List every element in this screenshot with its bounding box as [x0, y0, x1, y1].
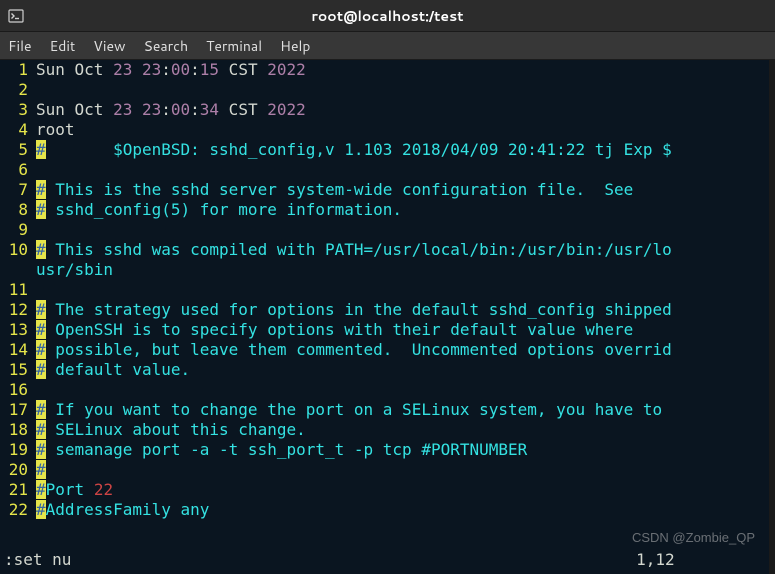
line-number: 13 [0, 320, 32, 340]
line-content[interactable]: # [32, 460, 46, 480]
editor-line[interactable]: 18# SELinux about this change. [0, 420, 775, 440]
line-content[interactable]: # This is the sshd server system-wide co… [32, 180, 633, 200]
line-content[interactable] [32, 220, 36, 240]
editor-line[interactable]: 19# semanage port -a -t ssh_port_t -p tc… [0, 440, 775, 460]
editor-line[interactable]: 12# The strategy used for options in the… [0, 300, 775, 320]
editor-line[interactable]: 7# This is the sshd server system-wide c… [0, 180, 775, 200]
line-content[interactable]: # SELinux about this change. [32, 420, 306, 440]
editor-line[interactable]: 14# possible, but leave them commented. … [0, 340, 775, 360]
line-number: 7 [0, 180, 32, 200]
editor-pane[interactable]: 1Sun Oct 23 23:00:15 CST 202223Sun Oct 2… [0, 60, 775, 574]
editor-line[interactable]: 1Sun Oct 23 23:00:15 CST 2022 [0, 60, 775, 80]
editor-line[interactable]: 4root [0, 120, 775, 140]
line-content[interactable]: # possible, but leave them commented. Un… [32, 340, 672, 360]
line-content[interactable]: # The strategy used for options in the d… [32, 300, 672, 320]
line-number: 18 [0, 420, 32, 440]
menu-view[interactable]: View [93, 36, 125, 56]
scrollbar[interactable] [769, 60, 775, 574]
menu-help[interactable]: Help [280, 36, 310, 56]
editor-line[interactable]: 15# default value. [0, 360, 775, 380]
editor-line[interactable]: usr/sbin [0, 260, 775, 280]
menu-terminal[interactable]: Terminal [206, 36, 262, 56]
line-content[interactable]: # OpenSSH is to specify options with the… [32, 320, 633, 340]
titlebar: root@localhost:/test [0, 0, 775, 32]
line-number: 9 [0, 220, 32, 240]
status-line: :set nu 1,12 [0, 550, 775, 570]
editor-line[interactable]: 21#Port 22 [0, 480, 775, 500]
editor-line[interactable]: 2 [0, 80, 775, 100]
menubar: File Edit View Search Terminal Help [0, 32, 775, 60]
line-number: 8 [0, 200, 32, 220]
line-content[interactable] [32, 380, 36, 400]
line-content[interactable] [32, 280, 36, 300]
line-content[interactable]: root [32, 120, 75, 140]
menu-edit[interactable]: Edit [50, 36, 76, 56]
line-number [0, 260, 32, 280]
line-number: 20 [0, 460, 32, 480]
line-content[interactable]: # semanage port -a -t ssh_port_t -p tcp … [32, 440, 527, 460]
editor-line[interactable]: 13# OpenSSH is to specify options with t… [0, 320, 775, 340]
editor-line[interactable]: 11 [0, 280, 775, 300]
line-number: 1 [0, 60, 32, 80]
line-content[interactable]: # sshd_config(5) for more information. [32, 200, 402, 220]
watermark: CSDN @Zombie_QP [632, 528, 755, 548]
editor-line[interactable]: 9 [0, 220, 775, 240]
editor-line[interactable]: 3Sun Oct 23 23:00:34 CST 2022 [0, 100, 775, 120]
editor-line[interactable]: 6 [0, 160, 775, 180]
menu-search[interactable]: Search [144, 36, 189, 56]
menu-file[interactable]: File [8, 36, 32, 56]
line-number: 15 [0, 360, 32, 380]
line-number: 2 [0, 80, 32, 100]
line-number: 5 [0, 140, 32, 160]
line-number: 4 [0, 120, 32, 140]
line-number: 10 [0, 240, 32, 260]
line-content[interactable]: # default value. [32, 360, 190, 380]
line-content[interactable]: Sun Oct 23 23:00:34 CST 2022 [32, 100, 306, 120]
command-line[interactable]: :set nu [4, 550, 71, 570]
line-number: 21 [0, 480, 32, 500]
editor-line[interactable]: 16 [0, 380, 775, 400]
editor-line[interactable]: 10# This sshd was compiled with PATH=/us… [0, 240, 775, 260]
line-content[interactable]: # $OpenBSD: sshd_config,v 1.103 2018/04/… [32, 140, 672, 160]
line-content[interactable]: # If you want to change the port on a SE… [32, 400, 672, 420]
line-number: 22 [0, 500, 32, 520]
editor-line[interactable]: 17# If you want to change the port on a … [0, 400, 775, 420]
line-number: 16 [0, 380, 32, 400]
line-number: 14 [0, 340, 32, 360]
line-content[interactable]: # This sshd was compiled with PATH=/usr/… [32, 240, 672, 260]
editor-line[interactable]: 8# sshd_config(5) for more information. [0, 200, 775, 220]
cursor-position: 1,12 [636, 550, 771, 570]
editor-line[interactable]: 5# $OpenBSD: sshd_config,v 1.103 2018/04… [0, 140, 775, 160]
line-content[interactable] [32, 160, 36, 180]
line-content[interactable]: #AddressFamily any [32, 500, 209, 520]
line-content[interactable]: #Port 22 [32, 480, 113, 500]
editor-lines[interactable]: 1Sun Oct 23 23:00:15 CST 202223Sun Oct 2… [0, 60, 775, 520]
line-number: 3 [0, 100, 32, 120]
line-number: 11 [0, 280, 32, 300]
line-number: 12 [0, 300, 32, 320]
terminal-icon [8, 8, 24, 24]
editor-line[interactable]: 20# [0, 460, 775, 480]
window-title: root@localhost:/test [0, 6, 775, 26]
line-content[interactable] [32, 80, 36, 100]
line-content[interactable]: Sun Oct 23 23:00:15 CST 2022 [32, 60, 306, 80]
line-content[interactable]: usr/sbin [32, 260, 113, 280]
line-number: 17 [0, 400, 32, 420]
line-number: 19 [0, 440, 32, 460]
line-number: 6 [0, 160, 32, 180]
editor-line[interactable]: 22#AddressFamily any [0, 500, 775, 520]
